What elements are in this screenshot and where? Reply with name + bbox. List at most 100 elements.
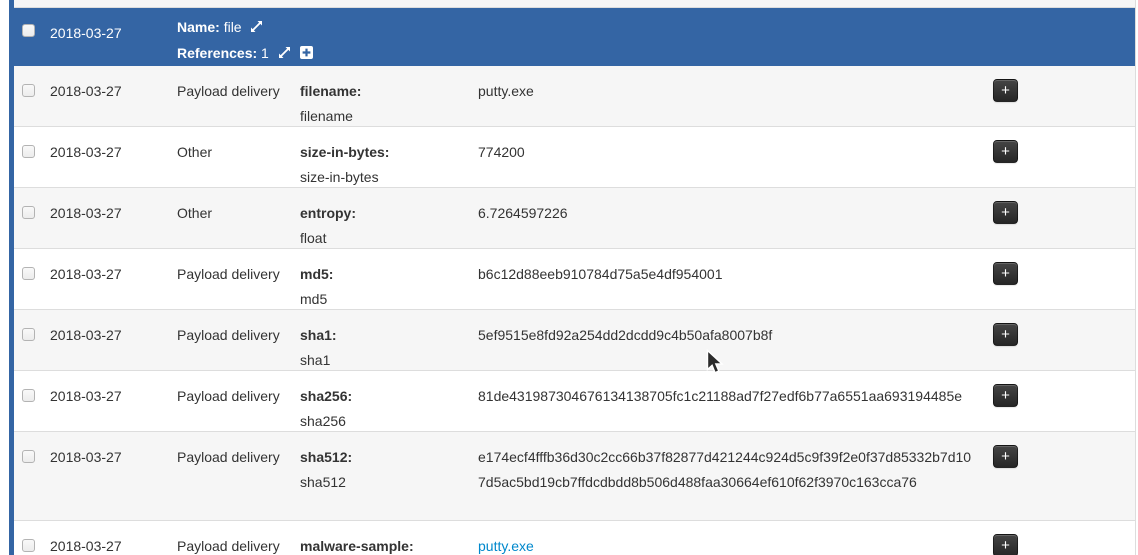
- row-actions: +: [985, 249, 1135, 309]
- malware-sample-link[interactable]: putty.exe: [478, 538, 534, 554]
- row-checkbox[interactable]: [22, 145, 35, 158]
- row-value: 5ef9515e8fd92a254dd2dcdd9c4b50afa8007b8f: [470, 310, 985, 370]
- row-actions: +: [985, 310, 1135, 370]
- row-actions: +: [985, 432, 1135, 520]
- row-type-cell: sha1: sha1: [295, 310, 470, 370]
- object-checkbox[interactable]: [22, 24, 35, 37]
- add-tag-button[interactable]: +: [993, 534, 1018, 555]
- references-label: References:: [177, 45, 257, 61]
- row-category: Payload delivery: [172, 371, 295, 431]
- add-tag-button[interactable]: +: [993, 384, 1018, 407]
- row-date: 2018-03-27: [45, 521, 172, 555]
- object-date: 2018-03-27: [45, 8, 172, 66]
- row-category: Payload delivery: [172, 432, 295, 520]
- row-checkbox-cell: [14, 432, 45, 520]
- row-checkbox-cell: [14, 127, 45, 187]
- table-row: 2018-03-27 Other entropy: float 6.726459…: [14, 188, 1135, 249]
- row-category: Payload delivery: [172, 249, 295, 309]
- row-value: 81de431987304676134138705fc1c21188ad7f27…: [470, 371, 985, 431]
- row-type-cell: malware-sample:: [295, 521, 470, 555]
- row-type: sha256: [300, 409, 470, 434]
- row-type: filename: [300, 104, 470, 129]
- object-info: Name: file References: 1: [172, 8, 313, 66]
- row-category: Payload delivery: [172, 521, 295, 555]
- object-name-value: file: [224, 19, 242, 35]
- row-checkbox-cell: [14, 66, 45, 126]
- row-type-label: malware-sample:: [300, 534, 470, 555]
- row-type-label: sha512:: [300, 445, 470, 470]
- row-type-label: size-in-bytes:: [300, 140, 470, 165]
- row-type-label: filename:: [300, 79, 470, 104]
- row-checkbox[interactable]: [22, 206, 35, 219]
- row-checkbox[interactable]: [22, 267, 35, 280]
- row-actions: +: [985, 521, 1135, 555]
- row-checkbox-cell: [14, 521, 45, 555]
- add-tag-button[interactable]: +: [993, 445, 1018, 468]
- object-name-line: Name: file: [177, 15, 313, 41]
- row-value: b6c12d88eeb910784d75a5e4df954001: [470, 249, 985, 309]
- table-row: 2018-03-27 Payload delivery malware-samp…: [14, 521, 1135, 555]
- row-value: e174ecf4fffb36d30c2cc66b37f82877d421244c…: [470, 432, 985, 520]
- resize-full-icon[interactable]: [250, 16, 263, 41]
- table-row: 2018-03-27 Payload delivery sha256: sha2…: [14, 371, 1135, 432]
- attribute-table: 2018-03-27 Name: file References: 1: [9, 0, 1136, 555]
- row-value-cell: putty.exe: [470, 521, 985, 555]
- row-value: putty.exe: [470, 66, 985, 126]
- references-count: 1: [261, 45, 269, 61]
- row-checkbox[interactable]: [22, 389, 35, 402]
- row-date: 2018-03-27: [45, 249, 172, 309]
- table-row: 2018-03-27 Payload delivery md5: md5 b6c…: [14, 249, 1135, 310]
- row-value: 774200: [470, 127, 985, 187]
- object-references-line: References: 1: [177, 41, 313, 67]
- row-checkbox-cell: [14, 371, 45, 431]
- row-type-cell: md5: md5: [295, 249, 470, 309]
- row-checkbox-cell: [14, 249, 45, 309]
- table-top-strip: [14, 0, 1135, 8]
- table-row: 2018-03-27 Payload delivery filename: fi…: [14, 66, 1135, 127]
- row-category: Payload delivery: [172, 310, 295, 370]
- table-row: 2018-03-27 Payload delivery sha1: sha1 5…: [14, 310, 1135, 371]
- add-tag-button[interactable]: +: [993, 201, 1018, 224]
- resize-full-icon[interactable]: [278, 42, 291, 67]
- row-category: Other: [172, 188, 295, 248]
- row-checkbox[interactable]: [22, 84, 35, 97]
- row-type-label: entropy:: [300, 201, 470, 226]
- row-type-label: sha256:: [300, 384, 470, 409]
- row-type: md5: [300, 287, 470, 312]
- row-type: sha1: [300, 348, 470, 373]
- row-checkbox[interactable]: [22, 539, 35, 552]
- row-type: float: [300, 226, 470, 251]
- add-tag-button[interactable]: +: [993, 140, 1018, 163]
- row-type-label: md5:: [300, 262, 470, 287]
- row-type-label: sha1:: [300, 323, 470, 348]
- row-date: 2018-03-27: [45, 127, 172, 187]
- row-checkbox-cell: [14, 310, 45, 370]
- row-type-cell: sha512: sha512: [295, 432, 470, 520]
- table-row: 2018-03-27 Payload delivery sha512: sha5…: [14, 432, 1135, 521]
- row-date: 2018-03-27: [45, 66, 172, 126]
- row-actions: +: [985, 127, 1135, 187]
- object-header-row: 2018-03-27 Name: file References: 1: [14, 8, 1135, 66]
- row-actions: +: [985, 188, 1135, 248]
- add-tag-button[interactable]: +: [993, 79, 1018, 102]
- add-tag-button[interactable]: +: [993, 323, 1018, 346]
- object-checkbox-cell: [14, 8, 45, 66]
- row-type-cell: entropy: float: [295, 188, 470, 248]
- row-actions: +: [985, 66, 1135, 126]
- row-checkbox-cell: [14, 188, 45, 248]
- row-date: 2018-03-27: [45, 371, 172, 431]
- row-value: 6.7264597226: [470, 188, 985, 248]
- object-name-label: Name:: [177, 19, 220, 35]
- row-type: size-in-bytes: [300, 165, 470, 190]
- row-checkbox[interactable]: [22, 450, 35, 463]
- row-category: Payload delivery: [172, 66, 295, 126]
- plus-sign-icon[interactable]: [300, 42, 313, 67]
- row-type: sha512: [300, 470, 470, 495]
- row-actions: +: [985, 371, 1135, 431]
- row-category: Other: [172, 127, 295, 187]
- row-date: 2018-03-27: [45, 310, 172, 370]
- row-type-cell: size-in-bytes: size-in-bytes: [295, 127, 470, 187]
- row-checkbox[interactable]: [22, 328, 35, 341]
- add-tag-button[interactable]: +: [993, 262, 1018, 285]
- row-type-cell: sha256: sha256: [295, 371, 470, 431]
